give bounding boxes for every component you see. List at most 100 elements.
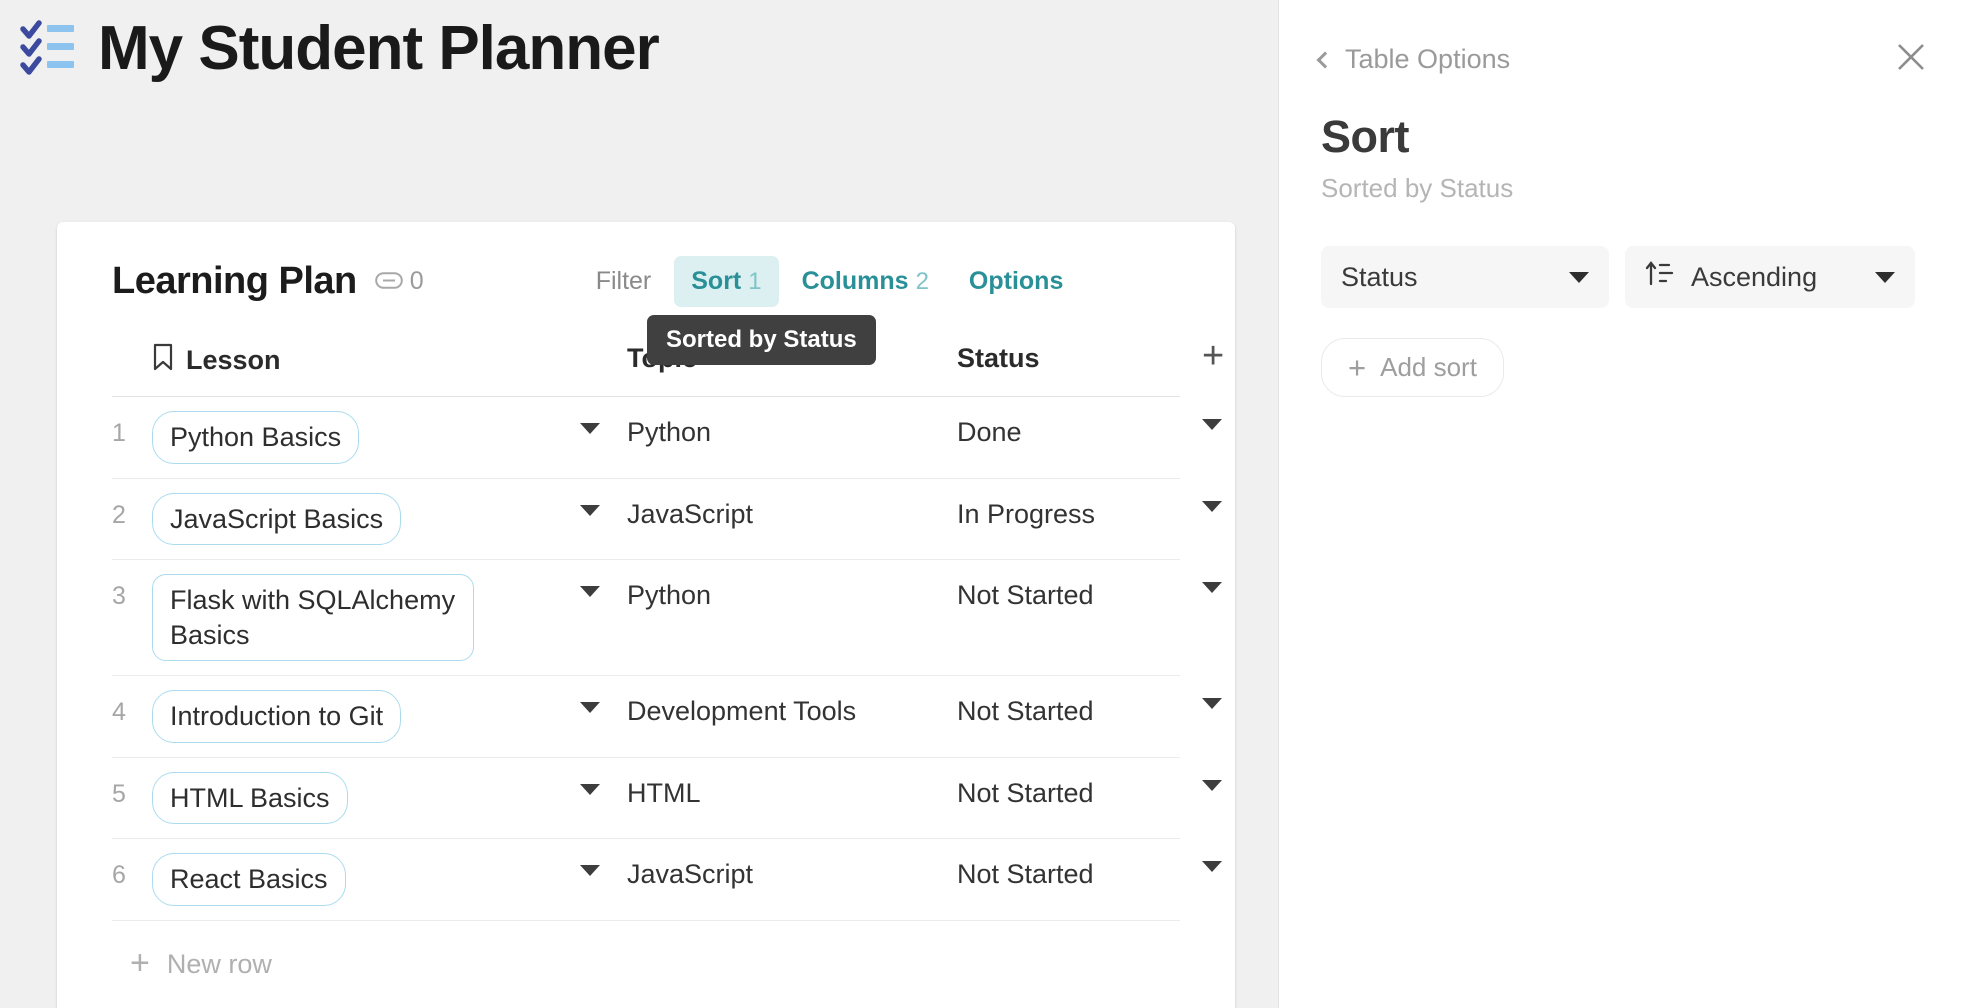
column-header-lesson[interactable]: Lesson — [152, 343, 552, 378]
column-header-status[interactable]: Status — [957, 343, 1202, 374]
panel-subtitle: Sorted by Status — [1321, 173, 1926, 204]
topic-cell[interactable]: Python — [627, 560, 957, 611]
sort-field-value: Status — [1341, 262, 1557, 293]
status-cell[interactable]: Not Started — [957, 676, 1202, 727]
chevron-down-icon — [580, 423, 600, 434]
sort-label: Sort — [691, 267, 741, 295]
app-header: My Student Planner — [0, 0, 1278, 80]
topic-cell[interactable]: Development Tools — [627, 676, 957, 727]
filter-label: Filter — [596, 267, 652, 295]
columns-count: 2 — [916, 268, 929, 295]
bookmark-icon — [152, 343, 174, 378]
main-area: My Student Planner Learning Plan 0 — [0, 0, 1278, 1008]
panel-header: Table Options — [1279, 0, 1964, 77]
lesson-dropdown-toggle[interactable] — [552, 839, 627, 876]
status-dropdown-toggle[interactable] — [1202, 582, 1222, 593]
status-cell[interactable]: Not Started — [957, 758, 1202, 809]
back-label: Table Options — [1345, 44, 1510, 75]
table-row: 5 HTML Basics HTML Not Started — [112, 758, 1180, 840]
panel-title: Sort — [1321, 111, 1926, 163]
add-column-button[interactable]: + — [1202, 343, 1224, 370]
sort-ascending-icon — [1645, 260, 1675, 295]
new-row-button[interactable]: + New row — [112, 921, 1180, 1008]
chevron-down-icon — [1569, 272, 1589, 283]
plus-icon: + — [130, 952, 150, 976]
status-dropdown-toggle[interactable] — [1202, 419, 1222, 430]
new-row-label: New row — [167, 949, 272, 980]
lesson-pill[interactable]: Flask with SQLAlchemy Basics — [152, 574, 474, 661]
columns-label: Columns — [802, 267, 909, 295]
data-table: Lesson Topic Status + 1 Python Basics — [57, 343, 1235, 1008]
lesson-dropdown-toggle[interactable] — [552, 479, 627, 516]
sorted-by-tooltip: Sorted by Status — [647, 315, 876, 365]
close-icon[interactable] — [1896, 42, 1926, 77]
link-badge[interactable]: 0 — [375, 267, 424, 296]
chevron-down-icon — [580, 784, 600, 795]
topic-cell[interactable]: JavaScript — [627, 839, 957, 890]
link-icon — [375, 267, 403, 296]
row-number: 1 — [112, 397, 152, 448]
add-sort-button[interactable]: + Add sort — [1321, 338, 1504, 397]
checklist-icon — [20, 19, 76, 79]
page-title: My Student Planner — [98, 18, 659, 80]
sort-direction-value: Ascending — [1691, 262, 1847, 293]
table-options-panel: Table Options Sort Sorted by Status Stat… — [1278, 0, 1964, 1008]
row-number: 4 — [112, 676, 152, 727]
chevron-down-icon — [1875, 272, 1895, 283]
plus-icon: + — [1348, 357, 1366, 379]
table-card: Learning Plan 0 Filter Sor — [57, 222, 1235, 1008]
options-label: Options — [969, 267, 1063, 295]
chevron-down-icon — [580, 865, 600, 876]
table-row: 4 Introduction to Git Development Tools … — [112, 676, 1180, 758]
table-row: 6 React Basics JavaScript Not Started — [112, 839, 1180, 921]
row-number: 2 — [112, 479, 152, 530]
status-cell[interactable]: Done — [957, 397, 1202, 448]
sort-direction-select[interactable]: Ascending — [1625, 246, 1915, 308]
table-row: 2 JavaScript Basics JavaScript In Progre… — [112, 479, 1180, 561]
table-card-header: Learning Plan 0 Filter Sor — [57, 244, 1235, 307]
column-header-lesson-label: Lesson — [186, 345, 281, 376]
add-sort-label: Add sort — [1380, 352, 1477, 383]
columns-button[interactable]: Columns 2 — [785, 256, 946, 307]
topic-cell[interactable]: Python — [627, 397, 957, 448]
status-cell[interactable]: In Progress — [957, 479, 1202, 530]
status-cell[interactable]: Not Started — [957, 839, 1202, 890]
lesson-pill[interactable]: React Basics — [152, 853, 346, 906]
row-number: 6 — [112, 839, 152, 890]
chevron-down-icon — [580, 586, 600, 597]
sort-field-select[interactable]: Status — [1321, 246, 1609, 308]
panel-body: Sort Sorted by Status Status — [1279, 77, 1964, 397]
status-dropdown-toggle[interactable] — [1202, 698, 1222, 709]
filter-button[interactable]: Filter — [579, 256, 669, 307]
options-button[interactable]: Options — [952, 256, 1080, 307]
table-header-row: Lesson Topic Status + — [112, 343, 1180, 397]
sort-button[interactable]: Sort 1 — [674, 256, 778, 307]
chevron-left-icon — [1317, 51, 1334, 68]
link-count: 0 — [410, 267, 424, 296]
lesson-pill[interactable]: Introduction to Git — [152, 690, 401, 743]
back-to-table-options[interactable]: Table Options — [1319, 44, 1510, 75]
lesson-dropdown-toggle[interactable] — [552, 560, 627, 597]
sort-controls: Status — [1321, 246, 1926, 308]
status-dropdown-toggle[interactable] — [1202, 861, 1222, 872]
topic-cell[interactable]: JavaScript — [627, 479, 957, 530]
chevron-down-icon — [580, 702, 600, 713]
lesson-dropdown-toggle[interactable] — [552, 676, 627, 713]
lesson-dropdown-toggle[interactable] — [552, 397, 627, 434]
row-number: 3 — [112, 560, 152, 611]
status-dropdown-toggle[interactable] — [1202, 780, 1222, 791]
topic-cell[interactable]: HTML — [627, 758, 957, 809]
table-toolbar: Filter Sort 1 Columns 2 Options — [579, 256, 1081, 307]
table-title: Learning Plan — [112, 260, 357, 303]
table-row: 1 Python Basics Python Done — [112, 397, 1180, 479]
app-root: My Student Planner Learning Plan 0 — [0, 0, 1964, 1008]
table-row: 3 Flask with SQLAlchemy Basics Python No… — [112, 560, 1180, 676]
lesson-pill[interactable]: Python Basics — [152, 411, 359, 464]
lesson-dropdown-toggle[interactable] — [552, 758, 627, 795]
status-cell[interactable]: Not Started — [957, 560, 1202, 611]
status-dropdown-toggle[interactable] — [1202, 501, 1222, 512]
row-number: 5 — [112, 758, 152, 809]
lesson-pill[interactable]: HTML Basics — [152, 772, 348, 825]
sort-count: 1 — [748, 268, 761, 295]
lesson-pill[interactable]: JavaScript Basics — [152, 493, 401, 546]
